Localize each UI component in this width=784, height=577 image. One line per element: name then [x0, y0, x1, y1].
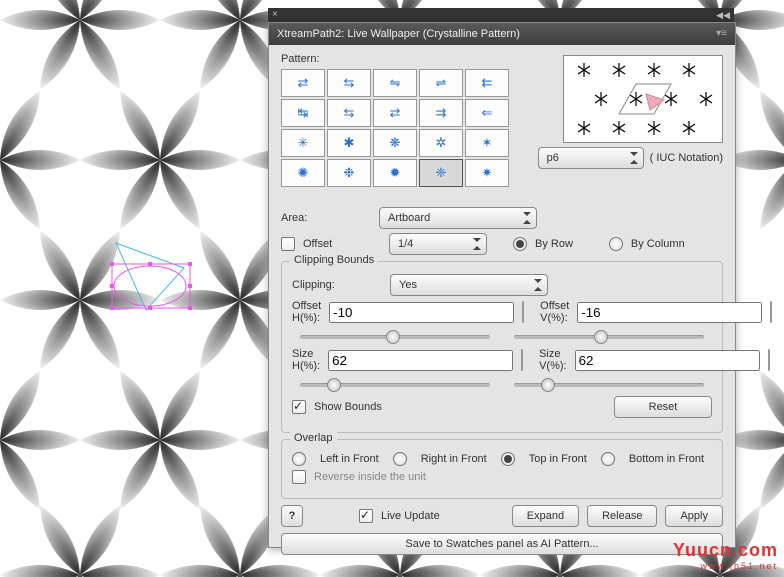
pattern-preview: [563, 55, 723, 143]
clipping-select[interactable]: Yes: [390, 274, 548, 296]
offset-h-label: Offset H(%):: [292, 300, 321, 324]
clipping-label: Clipping:: [292, 279, 382, 291]
offset-v-input[interactable]: [577, 302, 762, 323]
symmetry-option[interactable]: ⇄: [373, 99, 417, 127]
by-column-label: By Column: [631, 238, 685, 250]
symmetry-option[interactable]: ⇆: [327, 99, 371, 127]
canvas-selection[interactable]: [106, 238, 196, 318]
by-row-radio[interactable]: [513, 237, 527, 251]
overlap-group: Overlap Left in Front Right in Front Top…: [281, 439, 723, 499]
symmetry-option[interactable]: ✲: [419, 129, 463, 157]
symmetry-option[interactable]: ❉: [327, 159, 371, 187]
size-v-slider[interactable]: [514, 376, 704, 392]
panel-close-bar: × ◀◀: [268, 8, 734, 22]
clipping-group-title: Clipping Bounds: [290, 254, 378, 266]
offset-h-slider[interactable]: [300, 328, 490, 344]
symmetry-option[interactable]: ✶: [465, 129, 509, 157]
iuc-notation-hint: ( IUC Notation): [650, 152, 723, 164]
symmetry-option[interactable]: ⇋: [373, 69, 417, 97]
by-row-label: By Row: [535, 238, 573, 250]
save-swatches-button[interactable]: Save to Swatches panel as AI Pattern...: [281, 533, 723, 555]
size-v-input[interactable]: [575, 350, 760, 371]
release-button[interactable]: Release: [587, 505, 657, 527]
symmetry-option[interactable]: ⇐: [465, 99, 509, 127]
by-column-radio[interactable]: [609, 237, 623, 251]
show-bounds-label: Show Bounds: [314, 401, 382, 413]
panel-menu-icon[interactable]: ▾≡: [716, 23, 727, 45]
area-label: Area:: [281, 212, 371, 224]
offset-fraction-select[interactable]: 1/4: [389, 233, 487, 255]
size-v-spinner[interactable]: ▴▾: [768, 349, 770, 371]
offset-h-input[interactable]: [329, 302, 514, 323]
right-front-label: Right in Front: [421, 453, 487, 465]
size-v-label: Size V(%):: [539, 348, 567, 372]
symmetry-option[interactable]: ✷: [465, 159, 509, 187]
bottom-front-radio[interactable]: [601, 452, 615, 466]
offset-label: Offset: [303, 238, 381, 250]
offset-v-label: Offset V(%):: [540, 300, 569, 324]
panel-title: XtreamPath2: Live Wallpaper (Crystalline…: [277, 23, 520, 45]
bottom-front-label: Bottom in Front: [629, 453, 704, 465]
clipping-bounds-group: Clipping Bounds Clipping: Yes Offset H(%…: [281, 261, 723, 433]
symmetry-option[interactable]: ✳: [281, 129, 325, 157]
symmetry-option[interactable]: ✹: [373, 159, 417, 187]
symmetry-option[interactable]: ⇄: [281, 69, 325, 97]
overlap-group-title: Overlap: [290, 432, 337, 444]
left-front-label: Left in Front: [320, 453, 379, 465]
reverse-unit-label: Reverse inside the unit: [314, 471, 426, 483]
live-update-label: Live Update: [381, 510, 440, 522]
collapse-icon[interactable]: ◀◀: [716, 10, 730, 21]
symmetry-option-selected[interactable]: ❈: [419, 159, 463, 187]
xtreampath-panel: XtreamPath2: Live Wallpaper (Crystalline…: [268, 22, 736, 548]
top-front-radio[interactable]: [501, 452, 515, 466]
apply-button[interactable]: Apply: [665, 505, 723, 527]
size-h-slider[interactable]: [300, 376, 490, 392]
size-h-input[interactable]: [328, 350, 513, 371]
offset-h-spinner[interactable]: ▴▾: [522, 301, 524, 323]
offset-v-spinner[interactable]: ▴▾: [770, 301, 772, 323]
show-bounds-checkbox[interactable]: [292, 400, 306, 414]
symmetry-option[interactable]: ✺: [281, 159, 325, 187]
area-select[interactable]: Artboard: [379, 207, 537, 229]
symmetry-option[interactable]: ⇌: [419, 69, 463, 97]
size-h-spinner[interactable]: ▴▾: [521, 349, 523, 371]
iuc-notation-select[interactable]: p6: [538, 147, 644, 169]
left-front-radio[interactable]: [292, 452, 306, 466]
panel-titlebar: XtreamPath2: Live Wallpaper (Crystalline…: [269, 23, 735, 45]
symmetry-option[interactable]: ⇇: [465, 69, 509, 97]
offset-checkbox[interactable]: [281, 237, 295, 251]
right-front-radio[interactable]: [393, 452, 407, 466]
reverse-unit-checkbox[interactable]: [292, 470, 306, 484]
expand-button[interactable]: Expand: [512, 505, 579, 527]
symmetry-option[interactable]: ✱: [327, 129, 371, 157]
offset-v-slider[interactable]: [514, 328, 704, 344]
symmetry-option[interactable]: ⇉: [419, 99, 463, 127]
symmetry-option[interactable]: ⇆: [327, 69, 371, 97]
symmetry-option[interactable]: ↹: [281, 99, 325, 127]
top-front-label: Top in Front: [529, 453, 587, 465]
size-h-label: Size H(%):: [292, 348, 320, 372]
help-button[interactable]: ?: [281, 505, 303, 527]
live-update-checkbox[interactable]: [359, 509, 373, 523]
reset-button[interactable]: Reset: [614, 396, 712, 418]
symmetry-option[interactable]: ❋: [373, 129, 417, 157]
watermark: Yuucn.com www.jb51.net: [673, 540, 778, 571]
close-icon[interactable]: ×: [268, 9, 278, 20]
